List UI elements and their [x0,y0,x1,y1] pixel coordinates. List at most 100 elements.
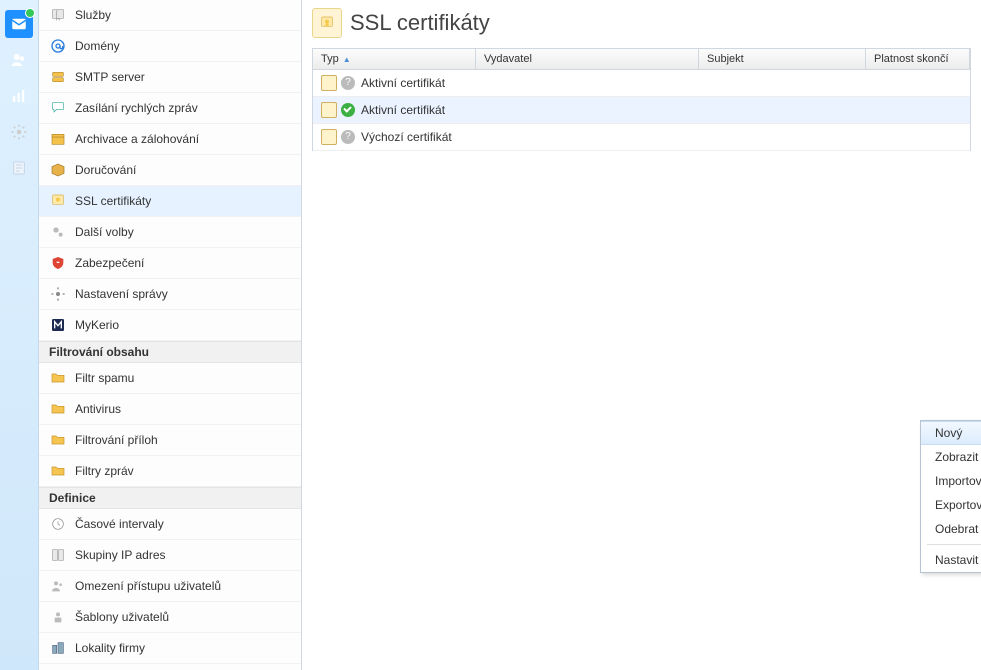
sidebar-item-nastaven-spr-vy[interactable]: Nastavení správy [39,279,301,310]
cert-grid: TypVydavatelSubjektPlatnost skončí ? Akti… [312,48,971,151]
menu-item-label: Nový [935,426,962,440]
menu-item-exportovat[interactable]: Exportovat▶ [921,493,981,517]
sidebar-item-label: Další volby [75,225,291,239]
sidebar-item-zas-l-n-rychl-ch-zpr-v[interactable]: Zasílání rychlých zpráv [39,93,301,124]
cert-icon [49,192,67,210]
delivery-icon [49,161,67,179]
sidebar: Služby Domény SMTP server Zasílání rychlých… [39,0,302,670]
sidebar-item-omezen-p-stupu-u-ivatel-[interactable]: Omezení přístupu uživatelů [39,571,301,602]
column-header-typ[interactable]: Typ [313,49,476,69]
users-icon[interactable] [5,46,33,74]
cert-icon [321,102,337,118]
sidebar-item-filtry-zpr-v[interactable]: Filtry zpráv [39,456,301,487]
sidebar-item-dal-volby[interactable]: Další volby [39,217,301,248]
menu-separator [927,544,981,545]
clock-icon [49,515,67,533]
sidebar-item-label: Filtry zpráv [75,464,291,478]
sidebar-item-label: Zabezpečení [75,256,291,270]
cell-plat [863,108,970,112]
gears-icon [49,223,67,241]
templates-icon [49,608,67,626]
sidebar-item-label: Lokality firmy [75,641,291,655]
table-row[interactable]: ?Výchozí certifikát [313,124,970,151]
sidebar-item-smtp-server[interactable]: SMTP server [39,62,301,93]
menu-item-label: Nastavit jako výchozí [935,553,981,567]
folder-attach-icon [49,431,67,449]
sidebar-item-label: Služby [75,8,291,22]
menu-item-label: Odebrat [935,522,978,536]
sidebar-item-dom-ny[interactable]: Domény [39,31,301,62]
menu-item-label: Zobrazit podrobnosti… [935,450,981,464]
sidebar-section-header: Definice [39,487,301,509]
column-header-plat[interactable]: Platnost skončí [866,49,970,69]
sidebar-item-label: Skupiny IP adres [75,548,291,562]
sidebar-item-filtr-spamu[interactable]: Filtr spamu [39,363,301,394]
sidebar-section-header: Filtrování obsahu [39,341,301,363]
sidebar-item-label: Antivirus [75,402,291,416]
sidebar-item-archivace-a-z-lohov-n-[interactable]: Archivace a zálohování [39,124,301,155]
sidebar-item-label: Filtr spamu [75,371,291,385]
grid-header: TypVydavatelSubjektPlatnost skončí [313,49,970,70]
table-row[interactable]: Aktivní certifikát [313,97,970,124]
menu-item-importovat[interactable]: Importovat▶ [921,469,981,493]
cell-plat [863,135,970,139]
sidebar-item-ssl-certifik-ty[interactable]: SSL certifikáty [39,186,301,217]
sidebar-item-label: SSL certifikáty [75,194,291,208]
sidebar-item-slu-by[interactable]: Služby [39,0,301,31]
main-panel: SSL certifikáty TypVydavatelSubjektPlatn… [302,0,981,670]
status-unknown-icon: ? [341,130,355,144]
column-header-sub[interactable]: Subjekt [699,49,866,69]
menu-item-zobrazit-podrobnosti-[interactable]: Zobrazit podrobnosti… [921,445,981,469]
archive-icon [49,130,67,148]
cell-typ: Aktivní certifikát [361,76,445,90]
sidebar-item-label: SMTP server [75,70,291,84]
locations-icon [49,639,67,657]
folder-filter-icon [49,462,67,480]
sidebar-item-skupiny-ip-adres[interactable]: Skupiny IP adres [39,540,301,571]
status-ok-icon [341,103,355,117]
chat-icon [49,99,67,117]
sidebar-item-label: Šablony uživatelů [75,610,291,624]
menu-item-nastavit-jako-v-choz-[interactable]: Nastavit jako výchozí [921,548,981,572]
column-header-vyd[interactable]: Vydavatel [476,49,699,69]
mykerio-icon [49,316,67,334]
menu-item-odebrat[interactable]: Odebrat [921,517,981,541]
at-icon [49,37,67,55]
sidebar-item-lokality-firmy[interactable]: Lokality firmy [39,633,301,664]
server-icon [49,68,67,86]
menu-item-nov-[interactable]: Nový▶ [921,421,981,445]
cell-vyd [475,108,697,112]
sidebar-item-label: Nastavení správy [75,287,291,301]
sidebar-item-label: Zasílání rychlých zpráv [75,101,291,115]
sidebar-item--ablony-u-ivatel-[interactable]: Šablony uživatelů [39,602,301,633]
notification-dot [25,8,35,18]
stats-icon[interactable] [5,82,33,110]
context-menu: Nový▶ Zobrazit podrobnosti… Importovat▶Exp… [920,420,981,573]
shield-icon [49,254,67,272]
note-icon[interactable] [5,154,33,182]
sidebar-item-label: Domény [75,39,291,53]
sidebar-item-doru-ov-n-[interactable]: Doručování [39,155,301,186]
ipgroup-icon [49,546,67,564]
sidebar-item-zabezpe-en-[interactable]: Zabezpečení [39,248,301,279]
cert-icon [321,129,337,145]
sidebar-item-mykerio[interactable]: MyKerio [39,310,301,341]
cert-icon [321,75,337,91]
settings-icon [49,285,67,303]
useraccess-icon [49,577,67,595]
cell-typ: Aktivní certifikát [361,103,445,117]
cert-icon [312,8,342,38]
gear-icon[interactable] [5,118,33,146]
page-title: SSL certifikáty [350,10,490,36]
sidebar-item--asov-intervaly[interactable]: Časové intervaly [39,509,301,540]
sidebar-item-filtrov-n-p-loh[interactable]: Filtrování příloh [39,425,301,456]
table-row[interactable]: ? Aktivní certifikát [313,70,970,97]
folder-av-icon [49,400,67,418]
sidebar-item-antivirus[interactable]: Antivirus [39,394,301,425]
sidebar-item-label: Časové intervaly [75,517,291,531]
cell-plat [863,81,970,85]
left-iconbar [0,0,39,670]
mail-icon[interactable] [5,10,33,38]
status-unknown-icon: ? [341,76,355,90]
menu-item-label: Importovat [935,474,981,488]
